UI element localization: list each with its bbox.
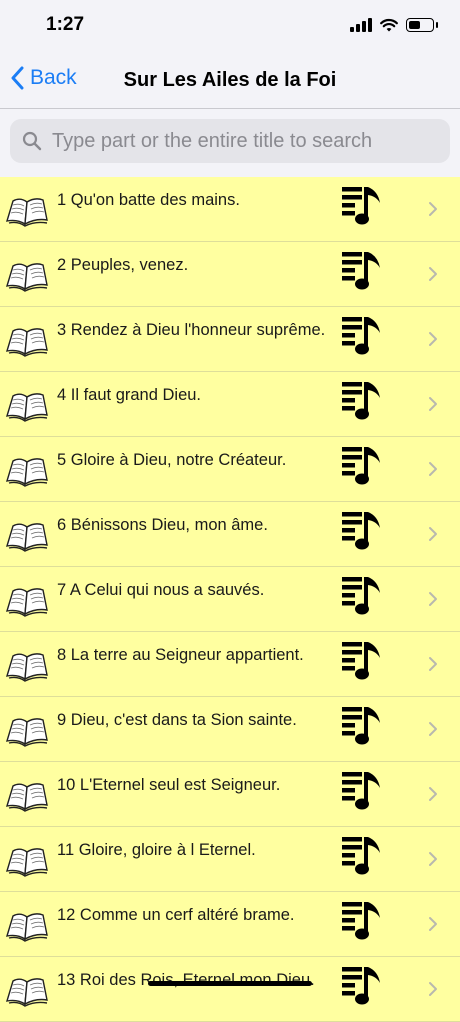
status-time: 1:27 — [46, 14, 85, 35]
list-item[interactable]: 9 Dieu, c'est dans ta Sion sainte. — [0, 697, 460, 762]
chevron-right-icon — [429, 917, 437, 931]
open-book-icon — [5, 263, 48, 292]
song-list: 1 Qu'on batte des mains. 2 Peuples, vene… — [0, 177, 460, 1022]
open-book-icon — [5, 393, 48, 422]
open-book-icon — [5, 718, 48, 747]
playlist-music-icon[interactable] — [340, 833, 384, 877]
cellular-signal-icon — [350, 18, 372, 32]
search-bar-container — [0, 109, 460, 177]
list-item[interactable]: 7 A Celui qui nous a sauvés. — [0, 567, 460, 632]
open-book-icon — [5, 328, 48, 357]
status-bar: 1:27 — [0, 0, 460, 52]
list-item[interactable]: 12 Comme un cerf altéré brame. — [0, 892, 460, 957]
item-title: 3 Rendez à Dieu l'honneur suprême. — [57, 321, 326, 339]
wifi-icon — [380, 19, 398, 32]
page-title: Sur Les Ailes de la Foi — [123, 69, 337, 91]
playlist-music-icon[interactable] — [340, 898, 384, 942]
open-book-icon — [5, 783, 48, 812]
list-item[interactable]: 1 Qu'on batte des mains. — [0, 177, 460, 242]
chevron-right-icon — [429, 267, 437, 281]
item-title: 11 Gloire, gloire à l Eternel. — [57, 841, 256, 859]
playlist-music-icon[interactable] — [340, 573, 384, 617]
home-indicator — [148, 981, 312, 986]
status-icons — [350, 15, 438, 35]
playlist-music-icon[interactable] — [340, 963, 384, 1007]
chevron-right-icon — [429, 462, 437, 476]
list-item[interactable]: 6 Bénissons Dieu, mon âme. — [0, 502, 460, 567]
playlist-music-icon[interactable] — [340, 183, 384, 227]
list-item[interactable]: 13 Roi des Rois, Eternel mon Dieu. — [0, 957, 460, 1022]
chevron-right-icon — [429, 332, 437, 346]
list-item[interactable]: 5 Gloire à Dieu, notre Créateur. — [0, 437, 460, 502]
item-title: 9 Dieu, c'est dans ta Sion sainte. — [57, 711, 297, 729]
chevron-right-icon — [429, 657, 437, 671]
list-item[interactable]: 2 Peuples, venez. — [0, 242, 460, 307]
battery-icon — [406, 18, 438, 32]
item-title: 1 Qu'on batte des mains. — [57, 191, 240, 209]
chevron-right-icon — [429, 722, 437, 736]
search-bar[interactable] — [10, 119, 450, 163]
open-book-icon — [5, 198, 48, 227]
list-item[interactable]: 8 La terre au Seigneur appartient. — [0, 632, 460, 697]
open-book-icon — [5, 978, 48, 1007]
item-title: 2 Peuples, venez. — [57, 256, 189, 274]
search-icon — [22, 131, 42, 151]
open-book-icon — [5, 523, 48, 552]
playlist-music-icon[interactable] — [340, 378, 384, 422]
item-title: 8 La terre au Seigneur appartient. — [57, 646, 304, 664]
chevron-right-icon — [429, 787, 437, 801]
item-title: 6 Bénissons Dieu, mon âme. — [57, 516, 268, 534]
open-book-icon — [5, 653, 48, 682]
chevron-right-icon — [429, 852, 437, 866]
item-title: 5 Gloire à Dieu, notre Créateur. — [57, 451, 287, 469]
chevron-right-icon — [429, 202, 437, 216]
open-book-icon — [5, 458, 48, 487]
open-book-icon — [5, 588, 48, 617]
chevron-right-icon — [429, 982, 437, 996]
playlist-music-icon[interactable] — [340, 313, 384, 357]
chevron-right-icon — [429, 397, 437, 411]
item-title: 10 L'Eternel seul est Seigneur. — [57, 776, 281, 794]
playlist-music-icon[interactable] — [340, 443, 384, 487]
item-title: 12 Comme un cerf altéré brame. — [57, 906, 295, 924]
navigation-bar: Back Sur Les Ailes de la Foi — [0, 52, 460, 109]
chevron-right-icon — [429, 527, 437, 541]
playlist-music-icon[interactable] — [340, 703, 384, 747]
playlist-music-icon[interactable] — [340, 768, 384, 812]
item-title: 7 A Celui qui nous a sauvés. — [57, 581, 265, 599]
chevron-right-icon — [429, 592, 437, 606]
open-book-icon — [5, 848, 48, 877]
list-item[interactable]: 3 Rendez à Dieu l'honneur suprême. — [0, 307, 460, 372]
list-item[interactable]: 11 Gloire, gloire à l Eternel. — [0, 827, 460, 892]
playlist-music-icon[interactable] — [340, 508, 384, 552]
item-title: 4 Il faut grand Dieu. — [57, 386, 202, 404]
list-item[interactable]: 10 L'Eternel seul est Seigneur. — [0, 762, 460, 827]
playlist-music-icon[interactable] — [340, 638, 384, 682]
list-item[interactable]: 4 Il faut grand Dieu. — [0, 372, 460, 437]
playlist-music-icon[interactable] — [340, 248, 384, 292]
open-book-icon — [5, 913, 48, 942]
search-input[interactable] — [50, 128, 434, 154]
